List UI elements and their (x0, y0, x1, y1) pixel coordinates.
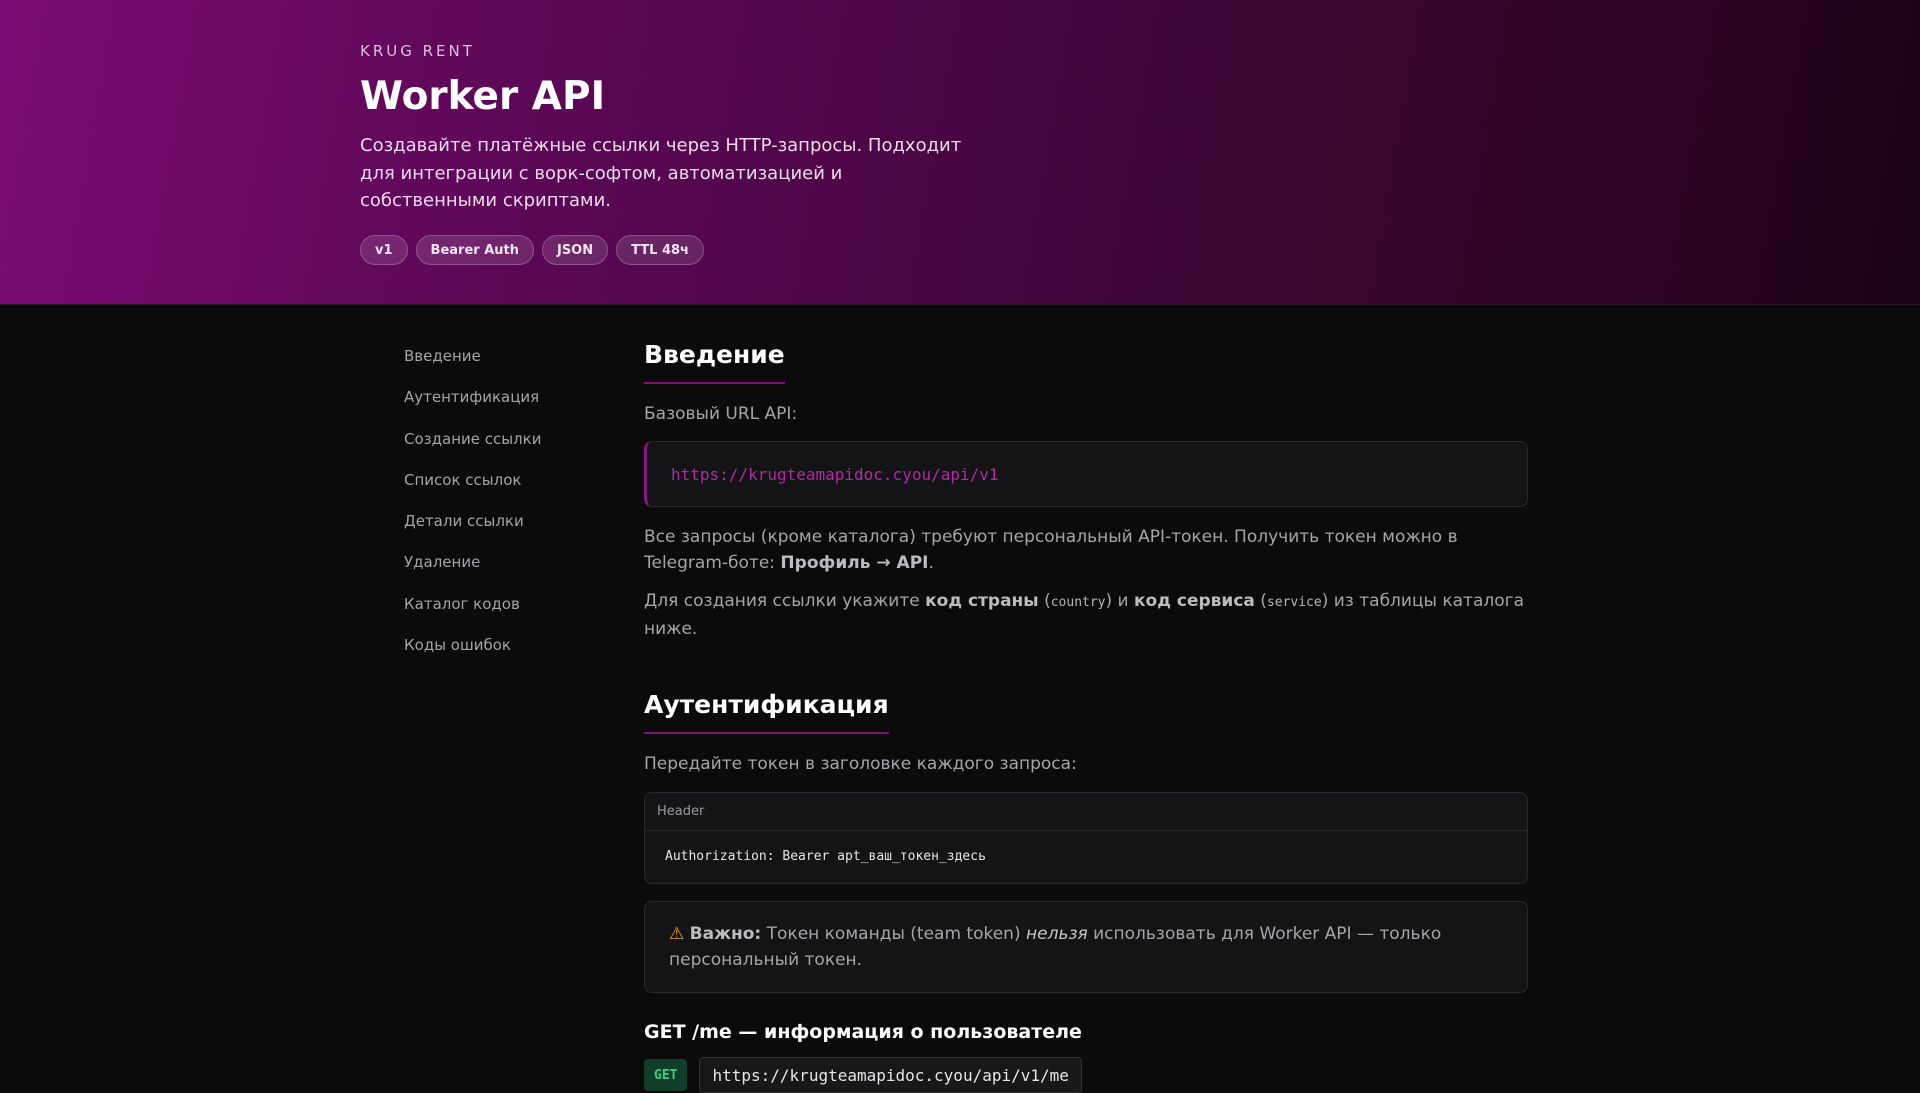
warning-icon: ⚠ (669, 924, 685, 944)
tag-ttl: TTL 48ч (616, 235, 704, 265)
endpoint-url[interactable]: https://krugteamapidoc.cyou/api/v1/me (699, 1057, 1082, 1093)
tag-auth: Bearer Auth (415, 235, 534, 265)
brand-name: KRUG RENT (360, 42, 475, 60)
header-code-block: Header Authorization: Bearer apt_ваш_ток… (644, 792, 1528, 884)
sidebar-item-create-link[interactable]: Создание ссылки (404, 428, 604, 469)
service-code: service (1266, 595, 1322, 610)
tag-version: v1 (360, 235, 408, 265)
header-code[interactable]: Authorization: Bearer apt_ваш_токен_здес… (645, 831, 1527, 883)
section-auth: Аутентификация Передайте токен в заголов… (644, 690, 1528, 993)
sidebar-item-delete[interactable]: Удаление (404, 551, 604, 592)
warning-label: Важно: (689, 924, 762, 944)
page-title: Worker API (360, 74, 606, 119)
header-code-label: Header (645, 793, 1527, 831)
intro-paragraph-token: Все запросы (кроме каталога) требуют пер… (644, 527, 1458, 573)
tag-format: JSON (541, 235, 609, 265)
main-content: Введение Базовый URL API: https://krugte… (644, 340, 1528, 1093)
endpoint-title: GET /me — информация о пользователе (644, 1021, 1082, 1043)
base-url-label: Базовый URL API: (644, 404, 798, 424)
section-endpoint-me: GET /me — информация о пользователе GET … (644, 1021, 1528, 1093)
hero-header: KRUG RENT Worker API Создавайте платёжны… (0, 0, 1920, 305)
method-badge: GET (644, 1059, 688, 1091)
base-url[interactable]: https://krugteamapidoc.cyou/api/v1 (671, 465, 999, 484)
section-title-auth: Аутентификация (644, 690, 889, 734)
sidebar-item-auth[interactable]: Аутентификация (404, 386, 604, 427)
base-url-box[interactable]: https://krugteamapidoc.cyou/api/v1 (644, 441, 1528, 507)
sidebar-item-error-codes[interactable]: Коды ошибок (404, 634, 604, 675)
intro-paragraph-codes: Для создания ссылки укажите код страны (… (644, 591, 1524, 639)
page-description: Создавайте платёжные ссылки через HTTP-з… (360, 135, 962, 211)
auth-description: Передайте токен в заголовке каждого запр… (644, 754, 1077, 774)
sidebar-item-link-details[interactable]: Детали ссылки (404, 510, 604, 551)
warning-callout: ⚠ Важно: Токен команды (team token) нель… (644, 901, 1528, 993)
section-intro: Введение Базовый URL API: https://krugte… (644, 340, 1528, 642)
sidebar-item-link-list[interactable]: Список ссылок (404, 469, 604, 510)
section-title-intro: Введение (644, 340, 785, 384)
sidebar-nav: Введение Аутентификация Создание ссылки … (404, 345, 604, 675)
sidebar-item-intro[interactable]: Введение (404, 345, 604, 386)
endpoint-row: GET https://krugteamapidoc.cyou/api/v1/m… (644, 1057, 1528, 1093)
tag-list: v1 Bearer Auth JSON TTL 48ч (360, 235, 704, 265)
profile-api-path: Профиль → API (780, 553, 929, 573)
country-code: country (1050, 595, 1106, 610)
sidebar-item-code-catalog[interactable]: Каталог кодов (404, 593, 604, 634)
